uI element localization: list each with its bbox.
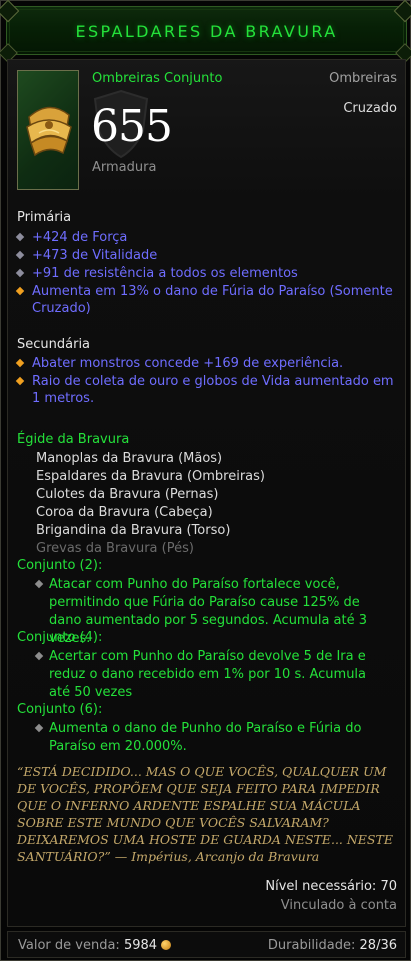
item-icon-frame <box>17 70 79 190</box>
sell-value: Valor de venda: 5984 <box>18 938 172 953</box>
header-ornament <box>393 0 411 23</box>
required-level: Nível necessário: 70 <box>265 879 397 894</box>
set-bonus-label: Conjunto (2): <box>17 558 103 573</box>
gold-shoulder-armor-icon <box>26 106 72 157</box>
primary-heading: Primária <box>17 210 72 225</box>
set-bonus-text: Aumenta o dano de Punho do Paraíso e Fúr… <box>49 721 362 754</box>
item-class: Cruzado <box>343 101 397 116</box>
durability-value: 28/36 <box>359 938 397 953</box>
set-bonus: Aumenta o dano de Punho do Paraíso e Fúr… <box>34 720 381 756</box>
set-item: Manoplas da Bravura (Mãos) <box>36 451 223 466</box>
durability: Durabilidade: 28/36 <box>268 938 397 953</box>
tooltip-footer: Valor de venda: 5984 Durabilidade: 28/36 <box>7 931 406 958</box>
durability-label: Durabilidade: <box>267 938 356 953</box>
set-bonus-label: Conjunto (6): <box>17 702 103 717</box>
affix: Aumenta em 13% o dano de Fúria do Paraís… <box>15 283 397 317</box>
affix-text: Raio de coleta de ouro e globos de Vida … <box>32 374 394 406</box>
set-item: Coroa da Bravura (Cabeça) <box>36 505 213 520</box>
affix-text: Abater monstros concede +169 de experiên… <box>32 356 344 371</box>
set-name: Égide da Bravura <box>17 432 130 447</box>
item-type: Ombreiras Conjunto <box>92 71 223 86</box>
affix-text: +424 de Força <box>32 230 128 245</box>
item-title: ESPALDARES DA BRAVURA <box>75 22 338 41</box>
account-bound: Vinculado à conta <box>280 898 397 913</box>
item-tooltip: ESPALDARES DA BRAVURA Ombreiras Conjunto… <box>0 0 411 961</box>
sell-label: Valor de venda: <box>18 938 120 953</box>
affix-text: Aumenta em 13% o dano de Fúria do Paraís… <box>32 284 393 316</box>
affix: +91 de resistência a todos os elementos <box>15 265 397 282</box>
set-item-missing: Grevas da Bravura (Pés) <box>36 541 194 556</box>
armor-value: 655 <box>91 101 173 152</box>
set-item: Culotes da Bravura (Pernas) <box>36 487 219 502</box>
affix-text: +473 de Vitalidade <box>32 248 158 263</box>
item-slot: Ombreiras <box>329 71 397 86</box>
set-item-list: Manoplas da Bravura (Mãos) Espaldares da… <box>36 450 265 558</box>
sell-amount: 5984 <box>123 938 158 953</box>
header-ornament <box>0 0 20 23</box>
affix: Raio de coleta de ouro e globos de Vida … <box>15 373 397 407</box>
affix: +424 de Força <box>15 229 397 246</box>
armor-label: Armadura <box>92 160 157 175</box>
set-bonus-text: Acertar com Punho do Paraíso devolve 5 d… <box>49 649 367 700</box>
affix: +473 de Vitalidade <box>15 247 397 264</box>
secondary-heading: Secundária <box>17 337 91 352</box>
affix: Abater monstros concede +169 de experiên… <box>15 355 397 372</box>
set-item: Brigandina da Bravura (Torso) <box>36 523 231 538</box>
set-bonus-label: Conjunto (4): <box>17 630 103 645</box>
set-bonus: Acertar com Punho do Paraíso devolve 5 d… <box>34 648 381 702</box>
tooltip-header: ESPALDARES DA BRAVURA <box>0 0 411 63</box>
flavor-text: “ESTÁ DECIDIDO... MAS O QUE VOCÊS, QUALQ… <box>17 763 395 865</box>
set-item: Espaldares da Bravura (Ombreiras) <box>36 469 265 484</box>
flavor-attribution: Impérius, Arcanjo da Bravura <box>131 849 320 864</box>
affix-text: +91 de resistência a todos os elementos <box>32 266 298 281</box>
gold-coin-icon <box>161 940 172 950</box>
